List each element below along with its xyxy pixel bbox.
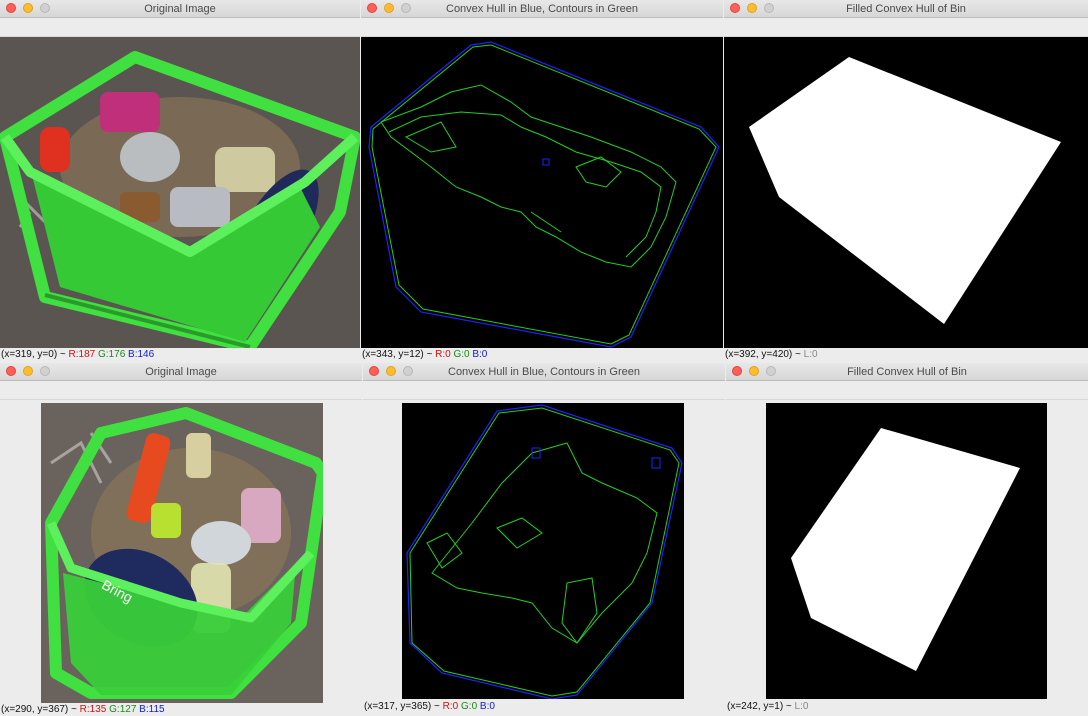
status-luminance: L:0 xyxy=(794,701,809,712)
status-red: R:0 xyxy=(442,701,459,712)
status-coord: (x=343, y=12) ~ xyxy=(362,349,433,360)
title-bar[interactable]: Original Image xyxy=(0,363,362,381)
status-green: G:176 xyxy=(98,349,126,360)
hull-contour-image xyxy=(368,41,720,348)
status-coord: (x=242, y=1) ~ xyxy=(727,701,792,712)
status-bar: (x=343, y=12) ~ R:0 G:0 B:0 xyxy=(361,348,723,360)
bin-photo xyxy=(41,403,323,703)
window-title: Convex Hull in Blue, Contours in Green xyxy=(446,3,638,15)
toolbar xyxy=(0,381,362,400)
image-canvas[interactable] xyxy=(0,37,360,348)
toolbar xyxy=(726,381,1088,400)
status-bar: (x=242, y=1) ~ L:0 xyxy=(726,700,1088,714)
status-red: R:0 xyxy=(435,349,451,360)
status-green: G:127 xyxy=(109,704,137,715)
window-filled-hull-bottom: Filled Convex Hull of Bin (x=242, y=1) ~… xyxy=(726,363,1088,716)
window-title: Filled Convex Hull of Bin xyxy=(847,366,967,378)
hull-contour-image xyxy=(406,404,683,699)
status-green: G:0 xyxy=(453,349,470,360)
title-bar[interactable]: Convex Hull in Blue, Contours in Green xyxy=(361,0,723,18)
title-bar[interactable]: Convex Hull in Blue, Contours in Green xyxy=(363,363,725,381)
image-canvas[interactable] xyxy=(361,37,723,348)
filled-hull-mask xyxy=(791,428,1020,671)
status-coord: (x=392, y=420) ~ xyxy=(725,349,801,360)
status-bar: (x=317, y=365) ~ R:0 G:0 B:0 xyxy=(363,700,725,714)
toolbar xyxy=(361,18,723,37)
image-canvas[interactable] xyxy=(766,403,1047,699)
status-bar: (x=319, y=0) ~ R:187 G:176 B:146 xyxy=(0,348,360,360)
status-blue: B:0 xyxy=(472,349,488,360)
window-convex-hull-bottom: Convex Hull in Blue, Contours in Green (… xyxy=(363,363,725,716)
status-luminance: L:0 xyxy=(803,349,818,360)
status-coord: (x=317, y=365) ~ xyxy=(364,701,440,712)
window-filled-hull-top: Filled Convex Hull of Bin (x=392, y=420)… xyxy=(724,0,1088,360)
bin-photo xyxy=(0,37,360,348)
title-bar[interactable]: Filled Convex Hull of Bin xyxy=(726,363,1088,381)
status-coord: (x=290, y=367) ~ xyxy=(1,704,77,715)
status-red: R:187 xyxy=(68,349,96,360)
status-red: R:135 xyxy=(79,704,107,715)
window-title: Original Image xyxy=(144,3,216,15)
window-original-image-top: Original Image (x=319, y=0) ~ R:187 G:17… xyxy=(0,0,360,360)
window-title: Convex Hull in Blue, Contours in Green xyxy=(448,366,640,378)
status-bar: (x=392, y=420) ~ L:0 xyxy=(724,348,1088,360)
status-green: G:0 xyxy=(461,701,478,712)
window-title: Original Image xyxy=(145,366,217,378)
window-convex-hull-top: Convex Hull in Blue, Contours in Green (… xyxy=(361,0,723,360)
toolbar xyxy=(724,18,1088,37)
filled-hull-mask xyxy=(749,57,1061,324)
status-blue: B:146 xyxy=(128,349,155,360)
title-bar[interactable]: Original Image xyxy=(0,0,360,18)
image-canvas[interactable] xyxy=(724,37,1088,348)
toolbar xyxy=(363,381,725,400)
image-canvas[interactable]: Bring xyxy=(41,403,323,703)
window-title: Filled Convex Hull of Bin xyxy=(846,3,966,15)
status-blue: B:115 xyxy=(139,704,165,715)
image-canvas[interactable] xyxy=(402,403,684,699)
title-bar[interactable]: Filled Convex Hull of Bin xyxy=(724,0,1088,18)
status-bar: (x=290, y=367) ~ R:135 G:127 B:115 xyxy=(0,703,362,716)
toolbar xyxy=(0,18,360,37)
status-blue: B:0 xyxy=(479,701,495,712)
window-original-image-bottom: Original Image Bring (x=290, y=367) ~ R:… xyxy=(0,363,362,716)
status-coord: (x=319, y=0) ~ xyxy=(1,349,66,360)
